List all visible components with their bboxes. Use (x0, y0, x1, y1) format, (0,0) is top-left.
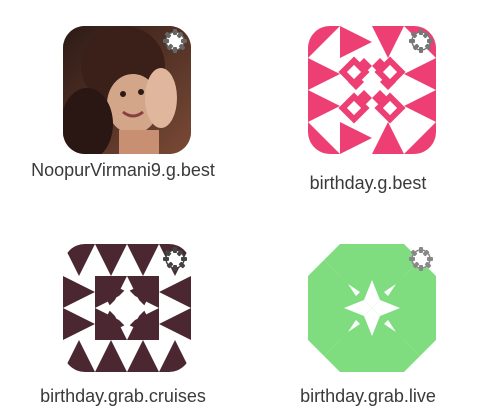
settings-gear-icon[interactable] (160, 26, 190, 56)
settings-gear-icon[interactable] (406, 244, 436, 274)
account-name: birthday.g.best (309, 173, 427, 193)
account-name: NoopurVirmani9.g.best (31, 160, 215, 180)
account-name: birthday.grab.live (300, 386, 436, 406)
account-name: birthday.grab.cruises (40, 386, 206, 406)
settings-gear-icon[interactable] (160, 244, 190, 274)
settings-gear-icon[interactable] (406, 26, 436, 56)
